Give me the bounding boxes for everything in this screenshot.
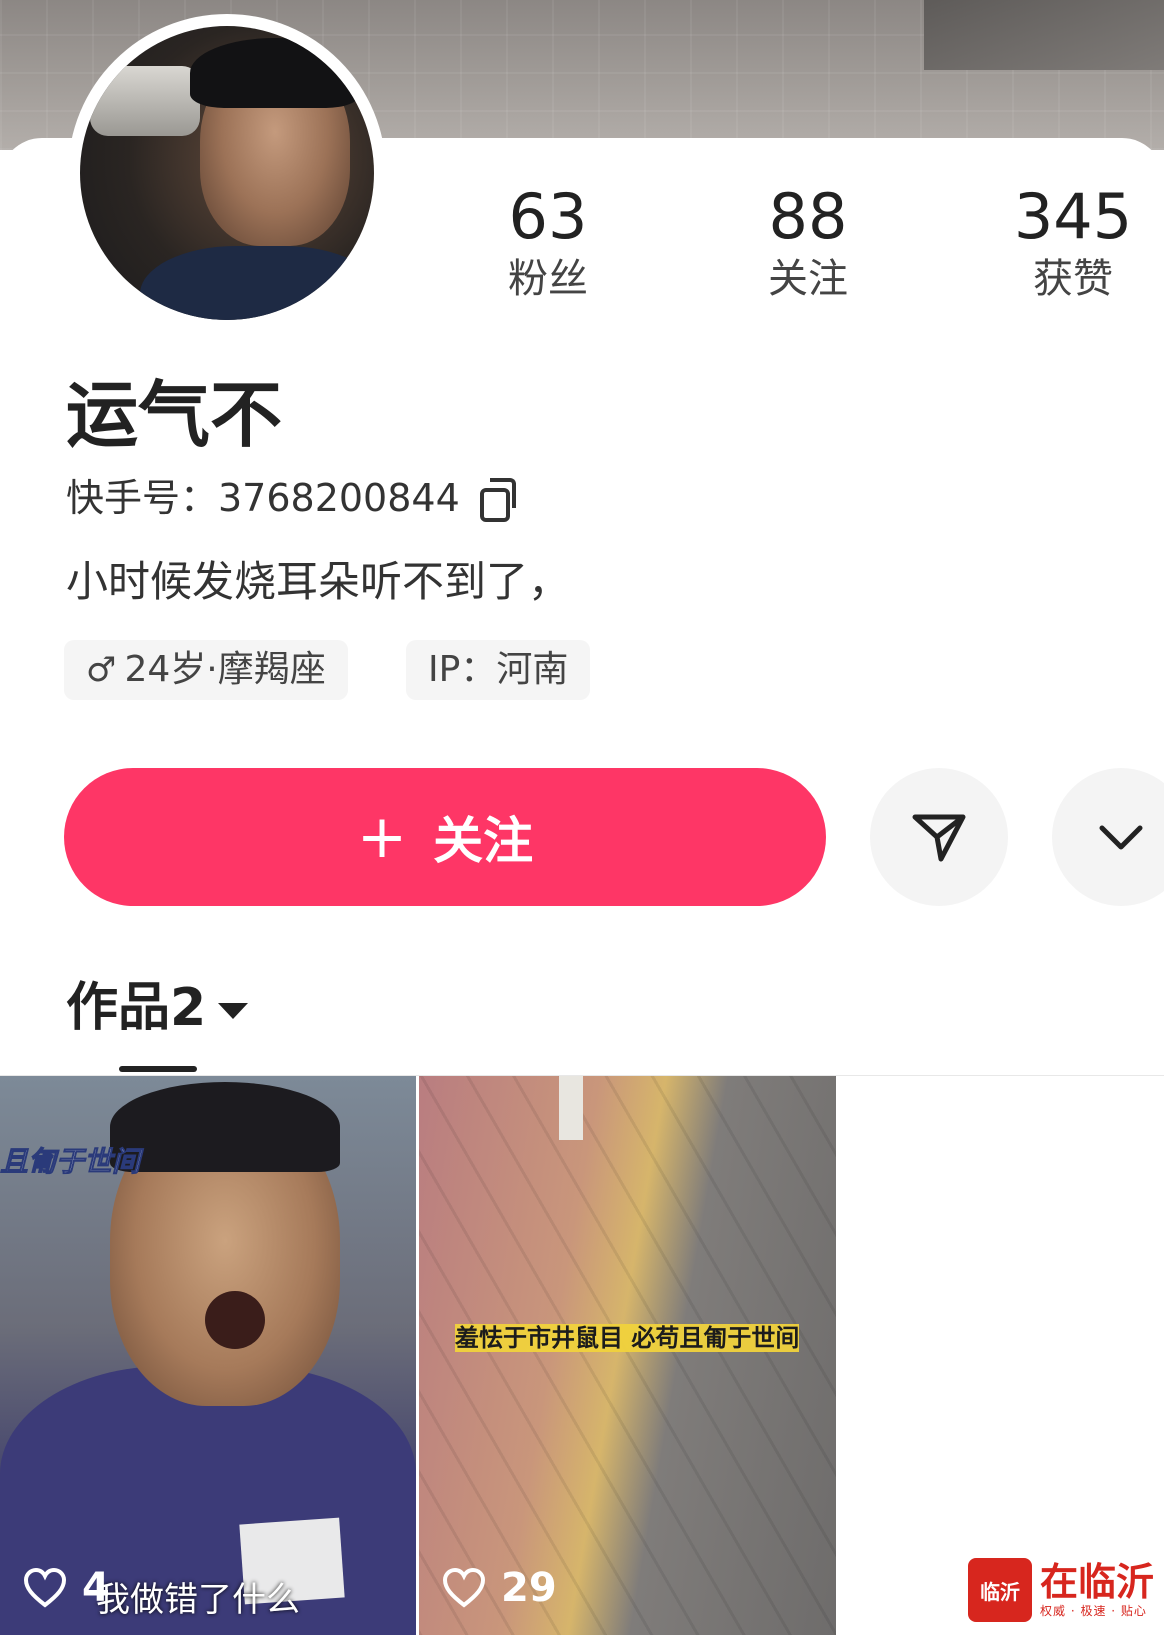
- share-button[interactable]: [870, 768, 1008, 906]
- chevron-down-icon: [1099, 825, 1143, 850]
- heart-icon: [23, 1567, 67, 1608]
- age-tag: ♂ 24岁·摩羯座: [64, 640, 348, 700]
- stat-following[interactable]: 88 关注: [728, 186, 888, 304]
- like-count: 29: [441, 1565, 557, 1611]
- work-thumbnail[interactable]: 且匍于世间 我做错了什么 4: [0, 1076, 416, 1635]
- male-icon: ♂: [86, 650, 117, 690]
- video-caption: 羞怯于市井鼠目 必苟且匍于世间: [455, 1324, 800, 1352]
- avatar[interactable]: [68, 14, 386, 332]
- ip-tag: IP：河南: [406, 640, 591, 700]
- cover-road: [924, 0, 1164, 70]
- send-icon: [912, 814, 966, 862]
- avatar-photo: [80, 26, 374, 320]
- like-count-value: 29: [501, 1565, 557, 1611]
- works-tab-label: 作品2: [66, 978, 207, 1038]
- tab-works[interactable]: 作品2: [66, 976, 249, 1040]
- follow-label: 关注: [433, 812, 534, 870]
- work-thumbnail[interactable]: 羞怯于市井鼠目 必苟且匍于世间 29: [419, 1076, 836, 1635]
- copy-icon[interactable]: [479, 478, 516, 522]
- following-count: 88: [768, 180, 848, 253]
- watermark-title: 在临沂: [1040, 1559, 1155, 1604]
- watermark-logo: 临沂: [968, 1558, 1032, 1622]
- watermark-subtitle: 权威 · 极速 · 贴心: [1040, 1603, 1147, 1618]
- like-count: 4: [22, 1565, 110, 1611]
- ip-text: IP：河南: [428, 649, 569, 690]
- follow-button[interactable]: + 关注: [64, 768, 826, 906]
- caret-down-icon: [218, 1003, 249, 1019]
- profile-name: 运气不: [66, 373, 283, 457]
- stat-likes[interactable]: 345 获赞: [993, 186, 1153, 304]
- user-id-row: 快手号：3768200844: [66, 474, 516, 522]
- fans-count: 63: [508, 180, 588, 253]
- video-subtitle: 我做错了什么: [96, 1580, 300, 1620]
- likes-count: 345: [1013, 180, 1133, 253]
- watermark: 临沂 在临沂 权威 · 极速 · 贴心: [968, 1558, 1154, 1622]
- plus-icon: +: [356, 802, 408, 872]
- fans-label: 粉丝: [508, 256, 588, 302]
- user-id: 快手号：3768200844: [66, 476, 460, 520]
- like-count-value: 4: [82, 1565, 110, 1611]
- age-text: 24岁·摩羯座: [124, 649, 326, 690]
- video-caption: 且匍于世间: [0, 1145, 141, 1179]
- heart-icon: [442, 1567, 486, 1608]
- stat-fans[interactable]: 63 粉丝: [468, 186, 628, 304]
- profile-bio: 小时候发烧耳朵听不到了，: [66, 557, 571, 606]
- tab-indicator: [119, 1066, 197, 1072]
- likes-label: 获赞: [1033, 256, 1113, 302]
- following-label: 关注: [768, 256, 848, 302]
